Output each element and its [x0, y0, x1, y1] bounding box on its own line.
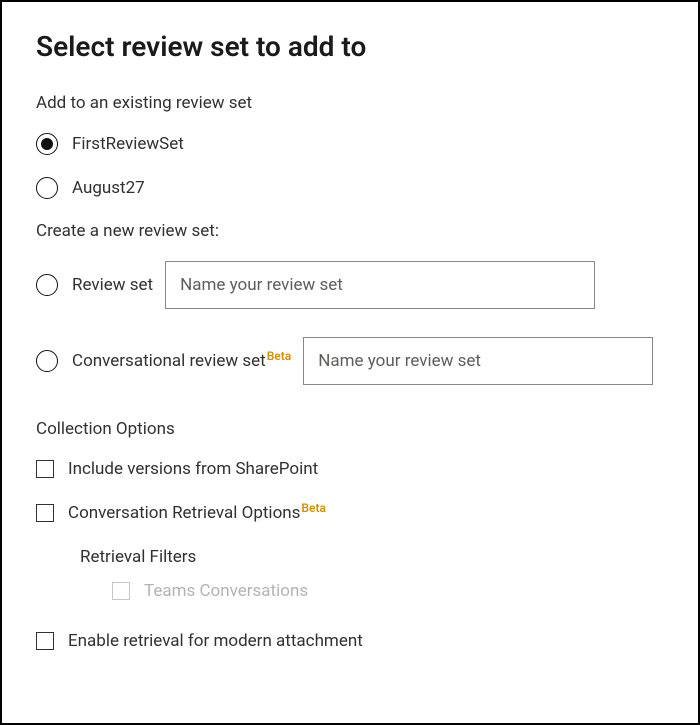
- checkbox-label: Enable retrieval for modern attachment: [68, 631, 363, 651]
- checkbox-conversation-retrieval[interactable]: Conversation Retrieval OptionsBeta: [36, 503, 664, 523]
- option-label: FirstReviewSet: [72, 134, 184, 154]
- radio-icon[interactable]: [36, 350, 58, 372]
- select-review-set-panel: Select review set to add to Add to an ex…: [0, 0, 700, 725]
- radio-icon[interactable]: [36, 274, 58, 296]
- collection-section-label: Collection Options: [36, 419, 664, 439]
- option-label: August27: [72, 178, 145, 198]
- checkbox-label: Include versions from SharePoint: [68, 459, 318, 479]
- option-label: Review set: [72, 275, 153, 295]
- create-option-review-set[interactable]: Review set: [36, 261, 664, 309]
- checkbox-icon[interactable]: [36, 632, 54, 650]
- checkbox-icon[interactable]: [36, 504, 54, 522]
- checkbox-icon[interactable]: [36, 460, 54, 478]
- radio-icon[interactable]: [36, 133, 58, 155]
- checkbox-modern-attachment[interactable]: Enable retrieval for modern attachment: [36, 631, 664, 651]
- existing-section-label: Add to an existing review set: [36, 93, 664, 113]
- retrieval-filters-header: Retrieval Filters: [80, 547, 664, 567]
- checkbox-include-versions[interactable]: Include versions from SharePoint: [36, 459, 664, 479]
- create-option-conversational[interactable]: Conversational review setBeta: [36, 337, 664, 385]
- option-label-text: Conversational review set: [72, 351, 266, 371]
- page-title: Select review set to add to: [36, 30, 664, 63]
- option-label: Conversational review setBeta: [72, 351, 291, 371]
- existing-option-august27[interactable]: August27: [36, 177, 664, 199]
- conversational-review-set-name-input[interactable]: [303, 337, 653, 385]
- checkbox-icon: [112, 582, 130, 600]
- checkbox-label: Conversation Retrieval OptionsBeta: [68, 503, 326, 523]
- checkbox-label: Teams Conversations: [144, 581, 308, 601]
- review-set-name-input[interactable]: [165, 261, 595, 309]
- radio-icon[interactable]: [36, 177, 58, 199]
- create-section-label: Create a new review set:: [36, 221, 664, 241]
- checkbox-teams-conversations: Teams Conversations: [112, 581, 664, 601]
- beta-badge: Beta: [267, 349, 292, 363]
- checkbox-label-text: Conversation Retrieval Options: [68, 503, 300, 523]
- beta-badge: Beta: [301, 501, 326, 515]
- existing-option-firstreviewset[interactable]: FirstReviewSet: [36, 133, 664, 155]
